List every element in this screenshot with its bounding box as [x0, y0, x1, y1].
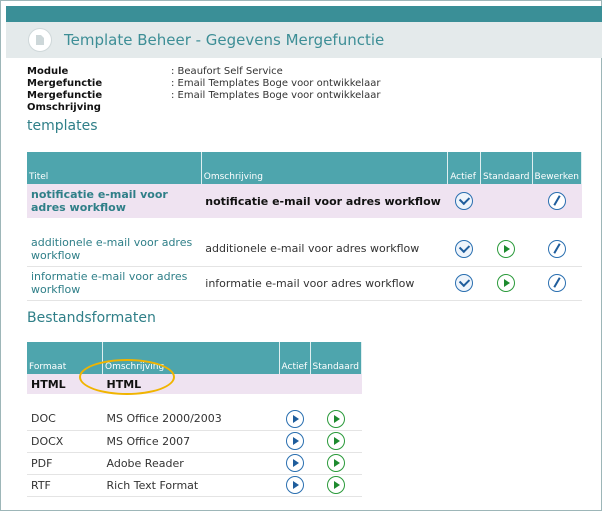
template-description: informatie e-mail voor adres workflow — [201, 266, 448, 301]
templates-table: Titel Omschrijving Actief Standaard Bewe… — [27, 152, 583, 301]
table-row[interactable]: informatie e-mail voor adres workflow in… — [27, 266, 582, 301]
info-label: Mergefunctie — [27, 78, 103, 89]
info-value: : Email Templates Boge voor ontwikkelaar — [171, 90, 381, 101]
format-description: Adobe Reader — [102, 452, 280, 475]
play-icon[interactable] — [497, 239, 516, 258]
template-description: notificatie e-mail voor adres workflow — [201, 184, 448, 218]
actief-cell — [447, 232, 481, 267]
col-header-omschrijving[interactable]: Omschrijving — [201, 152, 449, 184]
info-label: Mergefunctie Omschrijving — [27, 90, 103, 113]
bewerken-cell — [532, 266, 582, 301]
play-icon[interactable] — [326, 476, 345, 494]
format-description: MS Office 2007 — [102, 430, 280, 453]
template-title-link[interactable]: notificatie e-mail voor adres workflow — [27, 184, 202, 218]
play-icon[interactable] — [285, 409, 304, 428]
info-label: Module — [27, 66, 69, 77]
actief-cell — [279, 474, 310, 497]
document-icon — [28, 28, 52, 52]
col-header-bewerken[interactable]: Bewerken — [532, 152, 583, 184]
actief-cell — [447, 266, 481, 301]
format-code: DOC — [27, 408, 103, 431]
row-spacer — [27, 218, 582, 232]
standaard-cell — [310, 430, 362, 453]
formats-table: Formaat Omschrijving Actief Standaard HT… — [27, 342, 362, 497]
col-header-actief[interactable]: Actief — [447, 152, 482, 184]
edit-icon[interactable] — [547, 274, 566, 292]
format-description: MS Office 2000/2003 — [102, 408, 280, 431]
table-row[interactable]: DOC MS Office 2000/2003 — [27, 408, 362, 431]
edit-icon[interactable] — [547, 239, 566, 258]
check-icon[interactable] — [455, 274, 474, 292]
actief-cell — [279, 408, 310, 431]
template-description: additionele e-mail voor adres workflow — [201, 232, 448, 267]
table-row[interactable]: DOCX MS Office 2007 — [27, 430, 362, 453]
standaard-cell — [480, 232, 533, 267]
edit-icon[interactable] — [547, 192, 566, 210]
info-row-module: Module : Beaufort Self Service — [27, 66, 380, 78]
standaard-cell — [480, 184, 533, 218]
play-icon[interactable] — [326, 409, 345, 428]
actief-cell — [279, 452, 310, 475]
templates-section-title: templates — [27, 118, 98, 134]
info-row-mergefunctie: Mergefunctie : Email Templates Boge voor… — [27, 78, 380, 90]
standaard-cell — [310, 374, 362, 394]
table-row[interactable]: PDF Adobe Reader — [27, 452, 362, 475]
table-header-row: Formaat Omschrijving Actief Standaard — [27, 342, 362, 374]
table-row[interactable]: RTF Rich Text Format — [27, 474, 362, 497]
play-icon[interactable] — [326, 432, 345, 450]
play-icon[interactable] — [285, 432, 304, 450]
standaard-cell — [310, 452, 362, 475]
actief-cell — [447, 184, 481, 218]
highlight-ring — [79, 359, 175, 395]
col-header-standaard[interactable]: Standaard — [310, 342, 362, 374]
window-frame: Template Beheer - Gegevens Mergefunctie … — [0, 0, 602, 511]
actief-cell — [279, 374, 310, 394]
play-icon[interactable] — [326, 454, 345, 472]
col-header-standaard[interactable]: Standaard — [480, 152, 533, 184]
play-icon[interactable] — [285, 476, 304, 494]
table-row[interactable]: HTML HTML — [27, 374, 362, 394]
info-value: : Email Templates Boge voor ontwikkelaar — [171, 78, 381, 89]
info-value: : Beaufort Self Service — [171, 66, 283, 77]
info-block: Module : Beaufort Self Service Mergefunc… — [27, 66, 380, 114]
play-icon[interactable] — [285, 454, 304, 472]
formats-section-title: Bestandsformaten — [27, 310, 156, 326]
format-code: DOCX — [27, 430, 103, 453]
template-title-link[interactable]: informatie e-mail voor adres workflow — [27, 266, 202, 301]
info-row-omschrijving: Mergefunctie Omschrijving : Email Templa… — [27, 90, 380, 114]
table-row[interactable]: notificatie e-mail voor adres workflow n… — [27, 184, 582, 218]
format-code: PDF — [27, 452, 103, 475]
top-strip — [6, 6, 602, 22]
standaard-cell — [480, 266, 533, 301]
check-icon[interactable] — [455, 192, 474, 210]
bewerken-cell — [532, 232, 582, 267]
play-icon[interactable] — [497, 274, 516, 292]
col-header-titel[interactable]: Titel — [27, 152, 202, 184]
table-header-row: Titel Omschrijving Actief Standaard Bewe… — [27, 152, 583, 184]
standaard-cell — [310, 408, 362, 431]
actief-cell — [279, 430, 310, 453]
check-icon[interactable] — [455, 239, 474, 258]
window-title: Template Beheer - Gegevens Mergefunctie — [64, 31, 385, 49]
row-spacer — [27, 394, 362, 408]
template-title-link[interactable]: additionele e-mail voor adres workflow — [27, 232, 202, 267]
col-header-actief[interactable]: Actief — [279, 342, 311, 374]
format-description: Rich Text Format — [102, 474, 280, 497]
format-code: RTF — [27, 474, 103, 497]
table-row[interactable]: additionele e-mail voor adres workflow a… — [27, 232, 582, 267]
standaard-cell — [310, 474, 362, 497]
title-bar: Template Beheer - Gegevens Mergefunctie — [6, 22, 602, 58]
bewerken-cell — [532, 184, 582, 218]
